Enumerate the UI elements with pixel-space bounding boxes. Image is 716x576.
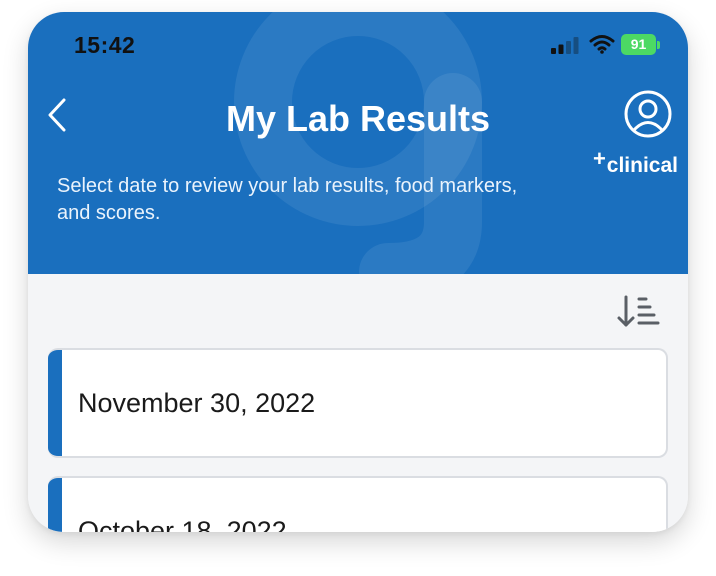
- back-button[interactable]: [42, 94, 78, 138]
- status-bar: 15:42 91: [28, 12, 688, 72]
- header: 15:42 91 My Lab Results +clinical Select…: [28, 12, 688, 274]
- result-date-card[interactable]: October 18, 2022: [48, 476, 668, 532]
- wifi-icon: [589, 35, 615, 54]
- profile-button[interactable]: [622, 88, 674, 140]
- card-accent-bar: [48, 478, 62, 532]
- sort-descending-icon: [617, 295, 660, 327]
- card-accent-bar: [48, 350, 62, 456]
- signal-icon: [551, 37, 579, 54]
- clinical-badge: +clinical: [574, 146, 678, 178]
- battery-cap: [657, 41, 660, 49]
- clinical-plus: +: [592, 146, 606, 171]
- page-subtitle: Select date to review your lab results, …: [57, 175, 518, 224]
- clinical-label: clinical: [606, 154, 678, 177]
- result-date-label: November 30, 2022: [78, 388, 316, 418]
- sort-button[interactable]: [616, 294, 662, 330]
- battery-level: 91: [630, 36, 647, 52]
- user-circle-icon: [624, 90, 672, 138]
- page-title: My Lab Results: [225, 98, 491, 139]
- result-date-label: October 18, 2022: [78, 516, 287, 532]
- status-time: 15:42: [74, 32, 136, 58]
- screenshot-canvas: 15:42 91 My Lab Results +clinical Select…: [0, 0, 716, 576]
- phone-screen: 15:42 91 My Lab Results +clinical Select…: [28, 12, 688, 532]
- chevron-left-icon: [48, 98, 66, 132]
- result-date-card[interactable]: November 30, 2022: [48, 348, 668, 458]
- battery-icon: 91: [621, 34, 661, 56]
